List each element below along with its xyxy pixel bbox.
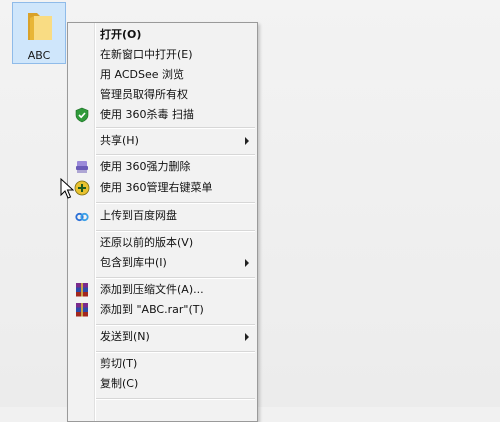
menu-separator — [96, 230, 255, 232]
folder-icon — [28, 13, 52, 40]
shredder-icon — [76, 161, 88, 173]
winrar-icon — [76, 283, 88, 297]
menu-item-label: 在新窗口中打开(E) — [100, 48, 193, 61]
menu-separator — [96, 351, 255, 353]
submenu-arrow-icon — [245, 333, 249, 341]
menu-item-acdsee-browse[interactable]: 用 ACDSee 浏览 — [70, 65, 255, 85]
menu-separator — [96, 277, 255, 279]
menu-item-label: 包含到库中(I) — [100, 256, 167, 269]
menu-item-send-to[interactable]: 发送到(N) — [70, 327, 255, 347]
menu-item-label: 添加到压缩文件(A)... — [100, 283, 204, 296]
menu-item-label: 发送到(N) — [100, 330, 150, 343]
desktop-folder-abc[interactable]: ABC — [12, 2, 66, 64]
menu-item-360-scan[interactable]: 使用 360杀毒 扫描 — [70, 105, 255, 125]
submenu-arrow-icon — [245, 259, 249, 267]
shield-icon — [75, 107, 89, 123]
menu-item-label: 添加到 "ABC.rar"(T) — [100, 303, 204, 316]
menu-item-open-new-window[interactable]: 在新窗口中打开(E) — [70, 45, 255, 65]
menu-item-baidu-upload[interactable]: 上传到百度网盘 — [70, 206, 255, 226]
submenu-arrow-icon — [245, 137, 249, 145]
menu-item-label: 剪切(T) — [100, 357, 138, 370]
menu-item-label: 使用 360管理右键菜单 — [100, 181, 213, 194]
menu-item-360-manage-menu[interactable]: 使用 360管理右键菜单 — [70, 178, 255, 198]
menu-item-label: 复制(C) — [100, 377, 139, 390]
menu-item-open[interactable]: 打开(O) — [70, 25, 255, 45]
menu-item-add-to-archive[interactable]: 添加到压缩文件(A)... — [70, 280, 255, 300]
menu-separator — [96, 154, 255, 156]
winrar-icon — [76, 303, 88, 317]
baidu-cloud-icon — [75, 212, 89, 222]
menu-item-add-to-abc-rar[interactable]: 添加到 "ABC.rar"(T) — [70, 300, 255, 320]
menu-separator — [96, 202, 255, 204]
menu-item-label: 还原以前的版本(V) — [100, 236, 194, 249]
menu-separator — [96, 127, 255, 129]
menu-item-restore-versions[interactable]: 还原以前的版本(V) — [70, 233, 255, 253]
menu-item-share[interactable]: 共享(H) — [70, 131, 255, 151]
context-menu: 打开(O) 在新窗口中打开(E) 用 ACDSee 浏览 管理员取得所有权 使用… — [67, 22, 258, 422]
mouse-cursor-icon — [60, 178, 74, 199]
plus-circle-icon — [74, 180, 90, 196]
menu-item-360-force-delete[interactable]: 使用 360强力删除 — [70, 157, 255, 177]
menu-separator — [96, 398, 255, 400]
menu-item-take-ownership[interactable]: 管理员取得所有权 — [70, 85, 255, 105]
menu-item-label: 使用 360强力删除 — [100, 160, 191, 173]
menu-item-include-in-library[interactable]: 包含到库中(I) — [70, 253, 255, 273]
menu-item-label: 共享(H) — [100, 134, 139, 147]
menu-item-cut[interactable]: 剪切(T) — [70, 354, 255, 374]
menu-item-label: 用 ACDSee 浏览 — [100, 68, 184, 81]
menu-item-copy[interactable]: 复制(C) — [70, 374, 255, 394]
menu-item-label: 上传到百度网盘 — [100, 209, 177, 222]
folder-label: ABC — [27, 49, 51, 62]
menu-separator — [96, 324, 255, 326]
menu-item-label: 管理员取得所有权 — [100, 88, 188, 101]
menu-item-label: 使用 360杀毒 扫描 — [100, 108, 194, 121]
menu-item-label: 打开(O) — [100, 28, 142, 41]
